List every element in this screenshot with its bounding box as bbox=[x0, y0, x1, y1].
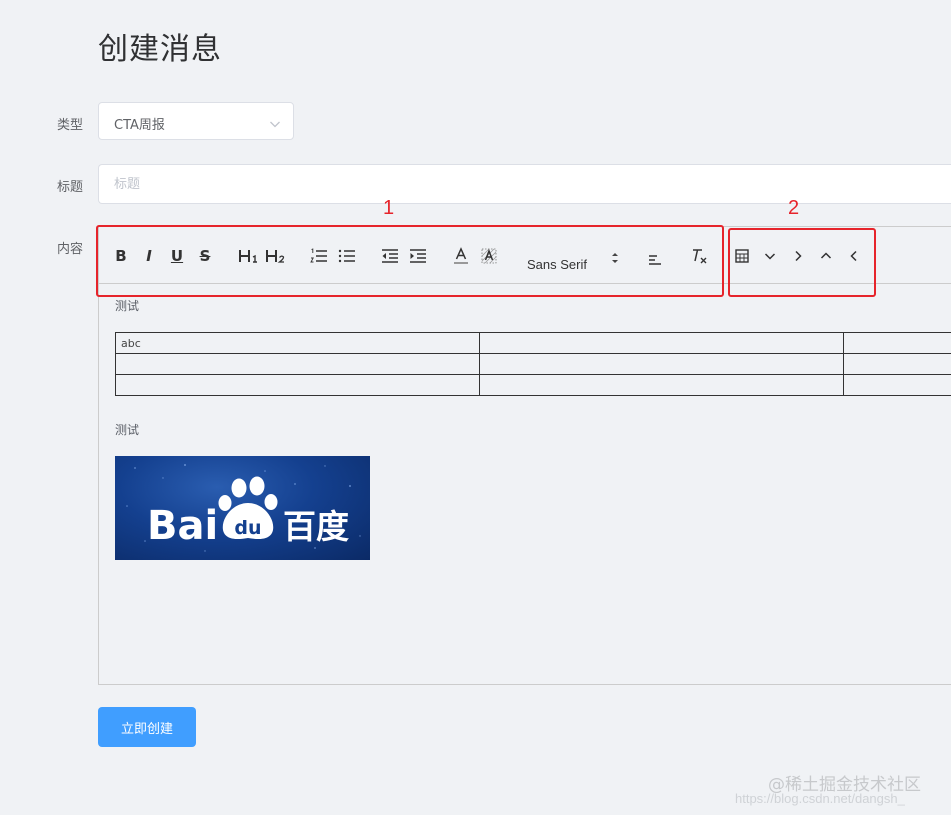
table-row: abc bbox=[115, 332, 951, 354]
table-cell[interactable] bbox=[843, 374, 951, 396]
title-label: 标题 bbox=[57, 180, 84, 195]
annotation-number-1: 1 bbox=[383, 197, 395, 219]
table-cell[interactable] bbox=[479, 374, 844, 396]
type-label: 类型 bbox=[57, 118, 84, 133]
table-row bbox=[115, 353, 951, 375]
annotation-number-2: 2 bbox=[788, 197, 800, 219]
table-cell[interactable] bbox=[115, 353, 480, 375]
annotation-box-1 bbox=[96, 225, 724, 297]
paragraph: 测试 bbox=[115, 299, 140, 313]
content-table: abc bbox=[115, 332, 951, 396]
table-cell[interactable] bbox=[843, 353, 951, 375]
table-cell[interactable] bbox=[843, 332, 951, 354]
create-now-button[interactable]: 立即创建 bbox=[98, 707, 196, 747]
type-select-value: CTA周报 bbox=[114, 118, 165, 133]
table-cell[interactable] bbox=[115, 374, 480, 396]
type-select[interactable]: CTA周报 bbox=[98, 102, 294, 140]
paragraph: 测试 bbox=[115, 423, 140, 437]
table-cell[interactable] bbox=[479, 332, 844, 354]
logo-text-paw: du bbox=[234, 517, 261, 539]
baidu-logo: Bai du 百度 bbox=[126, 464, 361, 552]
table-row bbox=[115, 374, 951, 396]
logo-text-latin: Bai bbox=[147, 503, 218, 549]
annotation-box-2 bbox=[728, 228, 876, 297]
page-title: 创建消息 bbox=[98, 32, 222, 67]
baidu-logo-image: Bai du 百度 bbox=[115, 456, 370, 560]
table-cell[interactable] bbox=[479, 353, 844, 375]
table-cell[interactable]: abc bbox=[115, 332, 480, 354]
title-input[interactable] bbox=[98, 164, 951, 204]
content-label: 内容 bbox=[57, 242, 84, 257]
chevron-down-icon bbox=[269, 115, 281, 128]
watermark-csdn: https://blog.csdn.net/dangsh_ bbox=[735, 791, 905, 806]
logo-text-cjk: 百度 bbox=[283, 507, 349, 546]
